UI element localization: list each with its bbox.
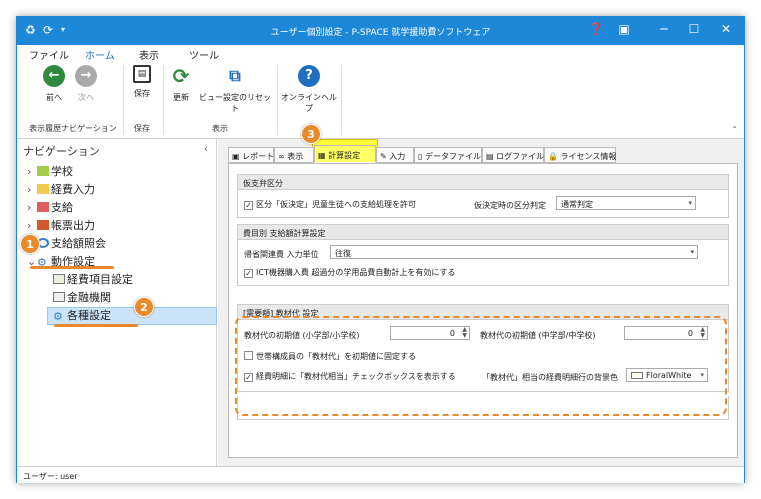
calculator-icon: ▦: [318, 151, 326, 160]
annotation-underline: [54, 324, 138, 327]
menu-tools[interactable]: ツール: [189, 47, 219, 62]
annotation-underline: [30, 266, 114, 269]
log-icon: ▤: [486, 152, 494, 161]
floppy-disk-icon: ▤: [133, 65, 151, 83]
cost-section: 費目別 支給額計算設定 帰省関連費 入力単位 往復 ▾ ✓ ICT機器購入費 超過分…: [237, 224, 729, 286]
material-section-annotation: [235, 316, 727, 416]
ribbon-separator: [123, 65, 124, 135]
navigation-pane: ナビゲーション ‹ › 学校 › 経費入力 › 支給 › 帳票出力 支給額照会 ⌄⚙ 動作…: [17, 139, 217, 466]
unit-label: 帰省関連費 入力単位: [244, 250, 319, 259]
nav-expense-item-settings[interactable]: 経費項目設定: [53, 271, 133, 287]
folder-icon: [37, 184, 49, 194]
menu-bar: ファイル ホーム 表示 ツール: [17, 45, 744, 64]
nav-various-settings[interactable]: ⚙ 各種設定: [53, 307, 111, 323]
tab-calculation[interactable]: ▦ 計算設定: [314, 145, 376, 163]
section-title: 費目別 支給額計算設定: [238, 225, 728, 240]
back-button[interactable]: ← 前へ: [39, 65, 69, 103]
chevron-down-icon[interactable]: ▾: [688, 199, 692, 207]
ict-checkbox[interactable]: ✓ ICT機器購入費 超過分の学用品費自動計上を有効にする: [244, 267, 455, 278]
unit-select[interactable]: 往復 ▾: [330, 245, 698, 259]
chevron-right-icon[interactable]: ›: [27, 183, 37, 196]
nav-payment[interactable]: › 支給: [27, 199, 73, 215]
window-reset-icon: ⧉: [224, 65, 246, 87]
annotation-badge: 3: [301, 124, 321, 144]
chevron-right-icon[interactable]: ›: [27, 219, 37, 232]
school-icon: [37, 166, 49, 176]
tab-data-file[interactable]: ▯ データファイル: [414, 147, 482, 163]
tab-license[interactable]: 🔒 ライセンス情報: [544, 147, 616, 163]
nav-school[interactable]: › 学校: [27, 163, 73, 179]
maximize-button[interactable]: ☐: [683, 22, 705, 36]
group-save-label: 保存: [134, 124, 150, 133]
question-icon: ?: [298, 65, 320, 87]
title-bar: ♻ ⟳ ▾ ユーザー個別設定 - P-SPACE 就学援助費ソフトウェア ❓ ▣…: [17, 17, 744, 45]
collapse-ribbon-icon[interactable]: ⌃: [731, 125, 738, 134]
nav-expense-input[interactable]: › 経費入力: [27, 181, 95, 197]
refresh-icon: ⟳: [170, 65, 192, 87]
menu-view[interactable]: 表示: [139, 47, 159, 62]
chevron-right-icon[interactable]: ›: [27, 165, 37, 178]
chevron-right-icon[interactable]: ›: [27, 201, 37, 214]
list-icon: [53, 274, 65, 284]
section-title: 仮支弁区分: [238, 175, 728, 190]
ribbon: ← 前へ → 次へ 表示履歴ナビゲーション ▤ 保存 保存 ⟳ 更新 ⧉ ビュー…: [17, 61, 744, 139]
nav-forms-output[interactable]: › 帳票出力: [27, 217, 95, 233]
minimize-button[interactable]: ─: [653, 22, 675, 36]
document-icon: [37, 220, 49, 230]
glasses-icon: ∞: [278, 152, 285, 161]
allow-provisional-checkbox[interactable]: ✓ 区分「仮決定」児童生徒への支給処理を許可: [244, 199, 416, 210]
ribbon-separator: [341, 65, 342, 135]
status-bar: ユーザー: user: [17, 466, 744, 483]
tab-display[interactable]: ∞ 表示: [274, 147, 314, 163]
check-icon[interactable]: ✓: [244, 201, 253, 210]
ribbon-separator: [163, 65, 164, 135]
arrow-right-icon: →: [75, 65, 97, 87]
menu-file[interactable]: ファイル: [29, 47, 69, 62]
tab-log-file[interactable]: ▤ ログファイル: [482, 147, 544, 163]
main-content: ▣ レポート ∞ 表示 ▦ 計算設定 ✎ 入力 ▯ データファイル ▤ ログファ…: [218, 139, 744, 466]
arrow-left-icon: ←: [43, 65, 65, 87]
gear-icon: ⚙: [53, 310, 63, 323]
ribbon-separator: [277, 65, 278, 135]
save-button[interactable]: ▤ 保存: [127, 65, 157, 99]
group-nav-label: 表示履歴ナビゲーション: [29, 124, 117, 133]
tab-input[interactable]: ✎ 入力: [376, 147, 414, 163]
file-icon: ▯: [418, 152, 423, 161]
calendar-icon: [37, 202, 49, 212]
close-button[interactable]: ✕: [715, 22, 737, 36]
report-icon: ▣: [232, 152, 240, 161]
check-icon[interactable]: ✓: [244, 269, 253, 278]
collapse-pane-icon[interactable]: ‹: [204, 144, 208, 155]
reset-view-button[interactable]: ⧉ ビュー設定のリセット: [197, 65, 273, 114]
group-view-label: 表示: [212, 124, 228, 133]
forward-button[interactable]: → 次へ: [71, 65, 101, 103]
judge-label: 仮決定時の区分判定: [474, 201, 546, 210]
layout-icon[interactable]: ▣: [613, 22, 635, 36]
pencil-icon: ✎: [380, 152, 387, 161]
provisional-section: 仮支弁区分 ✓ 区分「仮決定」児童生徒への支給処理を許可 仮決定時の区分判定 通常…: [237, 174, 729, 218]
nav-financial-institutions[interactable]: 金融機関: [53, 289, 111, 305]
tab-report[interactable]: ▣ レポート: [228, 147, 274, 163]
annotation-badge: 1: [20, 234, 40, 254]
judge-select[interactable]: 通常判定 ▾: [556, 196, 696, 210]
chevron-down-icon[interactable]: ▾: [690, 248, 694, 256]
online-help-button[interactable]: ? オンラインヘルプ: [281, 65, 337, 114]
table-icon: [53, 292, 65, 302]
annotation-badge: 2: [134, 297, 154, 317]
help-icon[interactable]: ❓: [585, 22, 607, 36]
refresh-button[interactable]: ⟳ 更新: [167, 65, 195, 103]
navigation-title: ナビゲーション: [23, 145, 100, 158]
lock-icon: 🔒: [548, 152, 558, 161]
nav-payment-inquiry[interactable]: 支給額照会: [37, 235, 106, 251]
